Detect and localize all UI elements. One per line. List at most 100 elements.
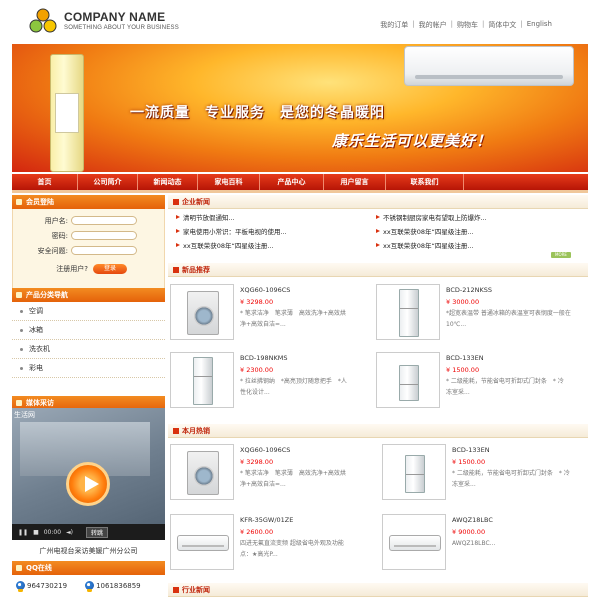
header-bullet-icon [16, 199, 22, 205]
news-title: xx互联荣获08年“四星级注册... [383, 228, 474, 236]
news-title: 清明节放假通知... [183, 214, 235, 222]
product-image[interactable] [376, 284, 440, 340]
qq-contact-1[interactable]: 964730219 [16, 581, 67, 592]
video-time: 00:00 [43, 528, 62, 536]
industry-news-header: 行业新闻 [168, 583, 588, 597]
news-item[interactable]: xx互联荣获08年“四星级注册... [376, 240, 474, 250]
arrow-icon [176, 243, 180, 247]
product-image[interactable] [382, 444, 446, 500]
volume-icon[interactable]: ◄) [66, 529, 73, 536]
video-caption: 广州电视台采访美媛广州分公司 [39, 547, 138, 555]
header-bullet-icon [16, 565, 22, 571]
product-card[interactable]: BCD-133EN ¥ 1500.00 * 二级能耗，节能省电可折卸式门封条 *… [382, 444, 588, 504]
bullet-icon [20, 347, 23, 351]
cart-link[interactable]: 购物车 [457, 20, 478, 30]
news-item[interactable]: 家电使用小常识：平板电视的使用... [176, 226, 287, 236]
product-image[interactable] [170, 352, 234, 408]
product-name[interactable]: AWQZ18LBC [452, 516, 493, 524]
nav-products[interactable]: 产品中心 [260, 174, 324, 190]
product-name[interactable]: KFR-35GW/01ZE [240, 516, 293, 524]
product-card[interactable]: XQG60-1096CS ¥ 3298.00 * 笔求洁净 笔求薄 高效洗净+高… [170, 284, 370, 344]
more-news-button[interactable]: MORE [551, 252, 571, 258]
section-title: 新品推荐 [182, 266, 210, 274]
product-price: ¥ 2300.00 [240, 366, 274, 374]
product-desc: 四进无氟直流变频 超级省电外观及功能点：★高光P... [240, 540, 344, 558]
my-orders-link[interactable]: 我的订单 [380, 20, 408, 30]
product-card[interactable]: AWQZ18LBC ¥ 9000.00 AWQZ18LBC... [382, 514, 588, 574]
category-label: 冰箱 [29, 326, 43, 334]
product-desc: AWQZ18LBC... [452, 540, 496, 547]
news-item[interactable]: xx互联荣获08年“四星级注册... [176, 240, 274, 250]
product-image[interactable] [170, 284, 234, 340]
category-air-conditioner[interactable]: 空调 [12, 302, 165, 321]
category-nav-box: 产品分类导航 空调 冰箱 洗衣机 彩电 [12, 288, 165, 378]
login-button[interactable]: 登录 [93, 263, 127, 274]
video-title: 媒体采访 [26, 399, 54, 407]
username-input[interactable] [71, 216, 137, 225]
password-input[interactable] [71, 231, 137, 240]
product-name[interactable]: BCD-133EN [446, 354, 484, 362]
product-image[interactable] [170, 444, 234, 500]
qq-header: QQ在线 [12, 561, 165, 575]
washer-image [187, 451, 219, 495]
news-item[interactable]: 清明节放假通知... [176, 212, 235, 222]
jump-button[interactable]: 转跳 [86, 526, 109, 538]
product-price: ¥ 9000.00 [452, 528, 486, 536]
product-price: ¥ 3000.00 [446, 298, 480, 306]
video-watermark: 生活网 [14, 411, 35, 419]
product-name[interactable]: BCD-198NKMS [240, 354, 288, 362]
section-title: 企业新闻 [182, 198, 210, 206]
my-account-link[interactable]: 我的帐户 [419, 20, 447, 30]
login-form: 用户名: 密码: 安全问题: 注册用户? 登录 [12, 209, 165, 295]
nav-contact[interactable]: 联系我们 [386, 174, 464, 190]
header-bullet-icon [16, 292, 22, 298]
arrow-icon [376, 215, 380, 219]
arrow-icon [376, 229, 380, 233]
nav-messages[interactable]: 用户留言 [324, 174, 386, 190]
fridge-image [405, 455, 425, 493]
nav-encyclopedia[interactable]: 家电百科 [198, 174, 260, 190]
product-image[interactable] [382, 514, 446, 570]
header-bullet-icon [16, 400, 22, 406]
play-icon[interactable] [66, 462, 110, 506]
product-name[interactable]: BCD-212NKSS [446, 286, 492, 294]
section-title: 行业新闻 [182, 586, 210, 594]
product-card[interactable]: BCD-212NKSS ¥ 3000.00 *超宽表温带 普通冰箱的表温室可表悯… [376, 284, 588, 344]
product-image[interactable] [376, 352, 440, 408]
news-item[interactable]: xx互联荣获08年“四星级注册... [376, 226, 474, 236]
stop-icon[interactable]: ■ [33, 529, 39, 536]
qq-icon [85, 581, 95, 592]
register-link[interactable]: 注册用户? [13, 264, 91, 274]
product-name[interactable]: XQG60-1096CS [240, 446, 290, 454]
product-desc: * 二级能耗，节能省电可折卸式门封条 * 冷冻室采... [452, 470, 570, 488]
company-name: COMPANY NAME [64, 10, 166, 24]
product-card[interactable]: BCD-198NKMS ¥ 2300.00 * 拉丝拂钢纳 *高亮顶灯随意把手 … [170, 352, 370, 412]
pause-icon[interactable]: ❚❚ [18, 529, 28, 536]
product-price: ¥ 2600.00 [240, 528, 274, 536]
product-name[interactable]: BCD-133EN [452, 446, 490, 454]
news-item[interactable]: 不锈钢制厨房家电有望取上防爆炸... [376, 212, 487, 222]
nav-about[interactable]: 公司简介 [78, 174, 138, 190]
news-title: 不锈钢制厨房家电有望取上防爆炸... [383, 214, 487, 222]
nav-home[interactable]: 首页 [12, 174, 78, 190]
fridge-image [193, 357, 213, 405]
product-image[interactable] [170, 514, 234, 570]
banner-script-slogan: 康乐生活可以更美好！ [332, 134, 493, 150]
security-question-input[interactable] [71, 246, 137, 255]
qq-contact-2[interactable]: 1061836859 [85, 581, 141, 592]
english-link[interactable]: English [527, 20, 552, 30]
video-player[interactable]: 生活网 ❚❚ ■ 00:00 ◄) 转跳 [12, 408, 165, 540]
product-card[interactable]: BCD-133EN ¥ 1500.00 * 二级能耗，节能省电可折卸式门封条 *… [376, 352, 588, 412]
qq-number: 1061836859 [96, 581, 141, 590]
product-card[interactable]: KFR-35GW/01ZE ¥ 2600.00 四进无氟直流变频 超级省电外观及… [170, 514, 370, 574]
category-fridge[interactable]: 冰箱 [12, 321, 165, 340]
floor-ac-image [50, 54, 84, 172]
simplified-chinese-link[interactable]: 简体中文 [488, 20, 516, 30]
category-label: 空调 [29, 307, 43, 315]
washer-image [187, 291, 219, 335]
nav-news[interactable]: 新闻动态 [138, 174, 198, 190]
category-washer[interactable]: 洗衣机 [12, 340, 165, 359]
product-card[interactable]: XQG60-1096CS ¥ 3298.00 * 笔求洁净 笔求薄 高效洗净+高… [170, 444, 370, 504]
category-tv[interactable]: 彩电 [12, 359, 165, 378]
product-name[interactable]: XQG60-1096CS [240, 286, 290, 294]
